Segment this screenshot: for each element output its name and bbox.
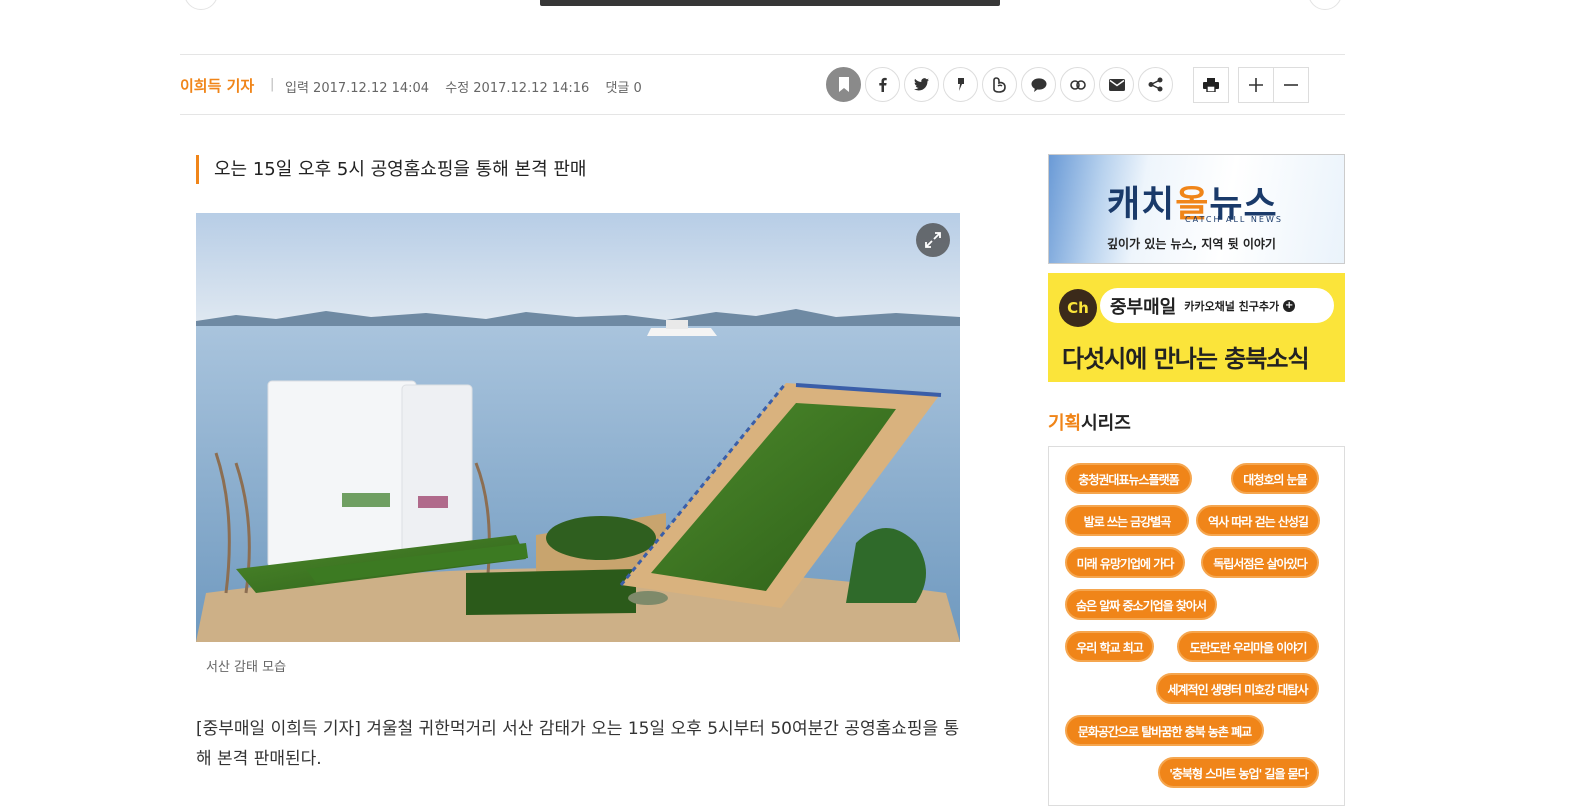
- series-tag[interactable]: 발로 쓰는 금강별곡: [1065, 505, 1189, 536]
- kakao-banner-headline: 다섯시에 만나는 충북소식: [1062, 345, 1310, 373]
- share-icon: [1148, 77, 1163, 92]
- kakaostory-icon: [957, 78, 964, 91]
- next-article-button[interactable]: [1308, 0, 1342, 10]
- bookmark-button[interactable]: [826, 67, 861, 102]
- minus-icon: [1284, 84, 1298, 86]
- email-icon: [1108, 78, 1125, 91]
- twitter-share-button[interactable]: [904, 67, 939, 102]
- catchall-slogan: 깊이가 있는 뉴스, 지역 뒷 이야기: [1107, 237, 1276, 251]
- divider: |: [270, 77, 275, 92]
- jungbu-maeil-name: 중부매일: [1110, 296, 1177, 318]
- link-icon: [1069, 79, 1086, 90]
- kakao-channel-pill: 중부매일 카카오채널 친구추가 +: [1100, 288, 1334, 323]
- share-buttons: [826, 67, 1173, 102]
- kakaotalk-icon: [1031, 77, 1046, 92]
- catchall-news-banner[interactable]: 캐치올뉴스 CATCH ALL NEWS 깊이가 있는 뉴스, 지역 뒷 이야기: [1048, 154, 1345, 264]
- catchall-english-text: CATCH ALL NEWS: [1185, 215, 1283, 224]
- font-increase-button[interactable]: [1238, 67, 1274, 103]
- article-tools: [1193, 67, 1309, 103]
- article-meta: 입력 2017.12.12 14:04 수정 2017.12.12 14:16 …: [285, 77, 654, 96]
- article-subtitle: 오는 15일 오후 5시 공영홈쇼핑을 통해 본격 판매: [196, 155, 587, 184]
- reporter-name[interactable]: 이희득 기자: [180, 75, 254, 96]
- email-share-button[interactable]: [1099, 67, 1134, 102]
- header-remnant: [0, 0, 1589, 10]
- font-decrease-button[interactable]: [1273, 67, 1309, 103]
- print-icon: [1203, 78, 1219, 92]
- input-time: 입력 2017.12.12 14:04: [285, 81, 430, 96]
- bookmark-icon: [838, 77, 849, 92]
- series-tag[interactable]: 미래 유망기업에 가다: [1065, 547, 1185, 578]
- series-tag[interactable]: '충북형 스마트 농업' 길을 묻다: [1158, 757, 1319, 788]
- series-tag-list: 충청권대표뉴스플랫폼 대청호의 눈물 발로 쓰는 금강별곡 역사 따라 걷는 산…: [1048, 446, 1345, 806]
- series-section-title: 기획시리즈: [1048, 413, 1131, 434]
- copy-link-button[interactable]: [1060, 67, 1095, 102]
- print-button[interactable]: [1193, 67, 1229, 103]
- kakao-channel-banner[interactable]: Ch 중부매일 카카오채널 친구추가 + 다섯시에 만나는 충북소식: [1048, 273, 1345, 382]
- plus-circle-icon: +: [1283, 299, 1296, 312]
- more-share-button[interactable]: [1138, 67, 1173, 102]
- series-tag[interactable]: 독립서점은 살아있다: [1201, 547, 1319, 578]
- band-icon: [992, 76, 1006, 93]
- comment-count[interactable]: 댓글 0: [605, 81, 641, 96]
- facebook-share-button[interactable]: [865, 67, 900, 102]
- expand-icon: [925, 232, 941, 248]
- kakaostory-share-button[interactable]: [943, 67, 978, 102]
- kakao-add-friend-text: 카카오채널 친구추가: [1184, 299, 1280, 313]
- photo-caption: 서산 감태 모습: [206, 660, 287, 675]
- series-tag[interactable]: 역사 따라 걷는 산성길: [1196, 505, 1320, 536]
- article-photo[interactable]: [196, 213, 960, 642]
- series-tag[interactable]: 문화공간으로 탈바꿈한 충북 농촌 폐교: [1065, 715, 1264, 746]
- series-tag[interactable]: 도란도란 우리마을 이야기: [1177, 631, 1319, 662]
- facebook-icon: [879, 77, 887, 92]
- twitter-icon: [914, 78, 929, 91]
- series-tag[interactable]: 대청호의 눈물: [1231, 463, 1319, 494]
- kakaotalk-share-button[interactable]: [1021, 67, 1056, 102]
- article-body: [중부매일 이희득 기자] 겨울철 귀한먹거리 서산 감태가 오는 15일 오후…: [196, 719, 960, 769]
- plus-icon: [1249, 78, 1263, 92]
- prev-article-button[interactable]: [184, 0, 218, 10]
- series-tag[interactable]: 세계적인 생명터 미호강 대탐사: [1156, 673, 1319, 704]
- headline-remnant: [540, 0, 1000, 6]
- series-tag[interactable]: 우리 학교 최고: [1065, 631, 1154, 662]
- band-share-button[interactable]: [982, 67, 1017, 102]
- series-tag[interactable]: 숨은 알짜 중소기업을 찾아서: [1065, 589, 1217, 620]
- seaweed-product-photo: [196, 213, 960, 642]
- series-tag[interactable]: 충청권대표뉴스플랫폼: [1065, 463, 1192, 494]
- kakao-channel-icon: Ch: [1059, 289, 1097, 327]
- modified-time: 수정 2017.12.12 14:16: [445, 81, 590, 96]
- expand-photo-button[interactable]: [916, 223, 950, 257]
- article-info-bar: 이희득 기자 | 입력 2017.12.12 14:04 수정 2017.12.…: [180, 54, 1345, 115]
